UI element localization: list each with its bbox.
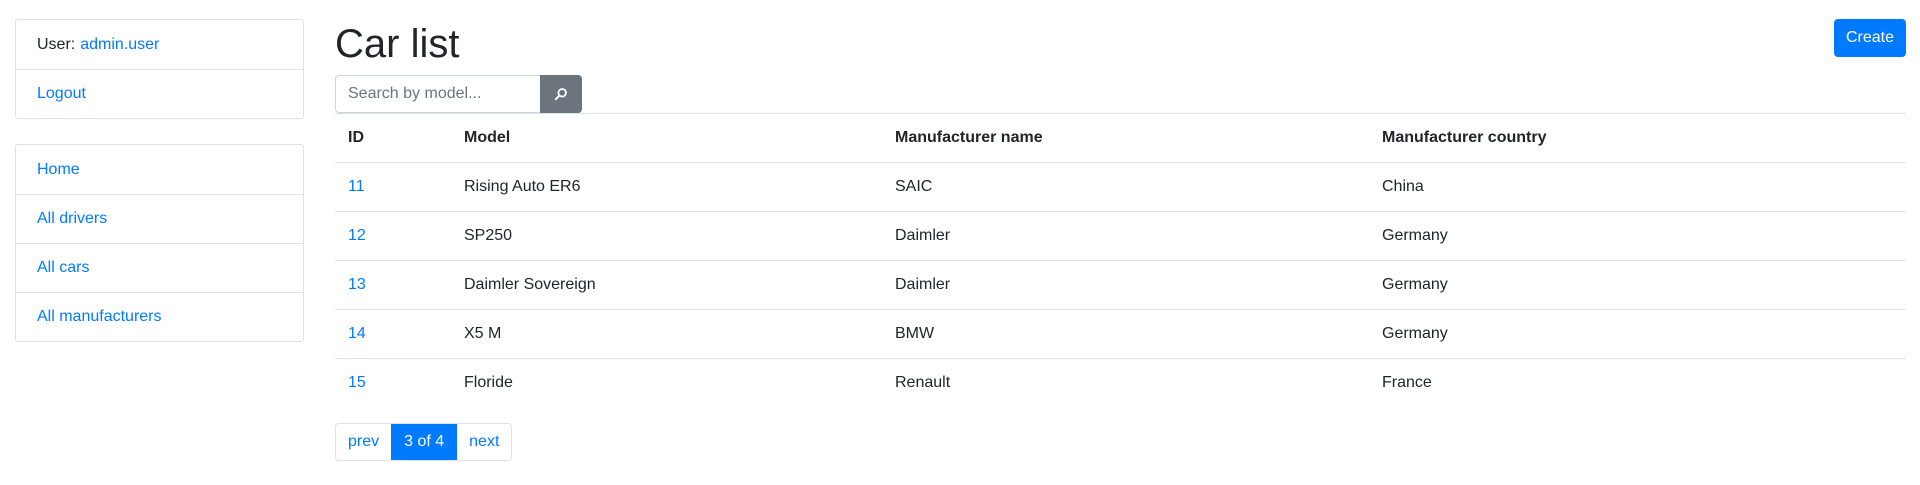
sidebar-item-manufacturers: All manufacturers [16,292,303,341]
search-icon [554,88,567,101]
logout-item: Logout [16,69,303,118]
cell-country: France [1369,358,1906,408]
page-title: Car list [335,22,460,66]
cell-model: Floride [451,358,882,408]
sidebar-item-drivers: All drivers [16,194,303,243]
sidebar: User: admin.user Logout Home All drivers… [15,19,304,342]
logout-link[interactable]: Logout [37,85,86,103]
column-header-model: Model [451,113,882,163]
next-page-link[interactable]: next [456,424,512,460]
cell-model: X5 M [451,309,882,359]
table-header-row: ID Model Manufacturer name Manufacturer … [335,113,1906,163]
user-panel: User: admin.user Logout [15,19,304,119]
table-row: 13 Daimler Sovereign Daimler Germany [335,260,1906,310]
cell-country: Germany [1369,211,1906,261]
pagination: prev 3 of 4 next [335,423,513,461]
car-id-link[interactable]: 15 [348,374,366,391]
cell-manufacturer: Daimler [882,211,1369,261]
username-link[interactable]: admin.user [80,36,159,54]
column-header-id: ID [335,113,451,163]
search-button[interactable] [540,75,582,113]
cell-manufacturer: Daimler [882,260,1369,310]
cell-manufacturer: SAIC [882,162,1369,212]
car-id-link[interactable]: 11 [348,178,365,195]
sidebar-item-cars: All cars [16,243,303,292]
cell-manufacturer: Renault [882,358,1369,408]
cell-manufacturer: BMW [882,309,1369,359]
user-info: User: admin.user [16,20,303,69]
table-row: 14 X5 M BMW Germany [335,309,1906,359]
cell-id: 14 [335,309,451,359]
car-id-link[interactable]: 14 [348,325,366,342]
create-button[interactable]: Create [1834,19,1906,57]
nav-panel: Home All drivers All cars All manufactur… [15,144,304,342]
cell-model: Daimler Sovereign [451,260,882,310]
search-form [335,75,582,113]
cars-table: ID Model Manufacturer name Manufacturer … [335,113,1906,408]
cell-country: Germany [1369,309,1906,359]
all-cars-link[interactable]: All cars [37,259,89,277]
cell-id: 15 [335,358,451,408]
current-page-indicator: 3 of 4 [391,424,457,460]
cell-country: Germany [1369,260,1906,310]
cell-id: 13 [335,260,451,310]
home-link[interactable]: Home [37,161,80,179]
car-id-link[interactable]: 13 [348,276,366,293]
user-label: User: [37,35,76,53]
column-header-manufacturer-country: Manufacturer country [1369,113,1906,163]
cell-model: Rising Auto ER6 [451,162,882,212]
search-input[interactable] [335,75,540,113]
cell-model: SP250 [451,211,882,261]
car-id-link[interactable]: 12 [348,227,366,244]
table-row: 15 Floride Renault France [335,358,1906,408]
sidebar-item-home: Home [16,145,303,194]
prev-page-link[interactable]: prev [336,424,392,460]
all-manufacturers-link[interactable]: All manufacturers [37,308,162,326]
cell-id: 12 [335,211,451,261]
cell-country: China [1369,162,1906,212]
table-row: 11 Rising Auto ER6 SAIC China [335,162,1906,212]
cell-id: 11 [335,162,451,212]
column-header-manufacturer-name: Manufacturer name [882,113,1369,163]
all-drivers-link[interactable]: All drivers [37,210,107,228]
table-row: 12 SP250 Daimler Germany [335,211,1906,261]
